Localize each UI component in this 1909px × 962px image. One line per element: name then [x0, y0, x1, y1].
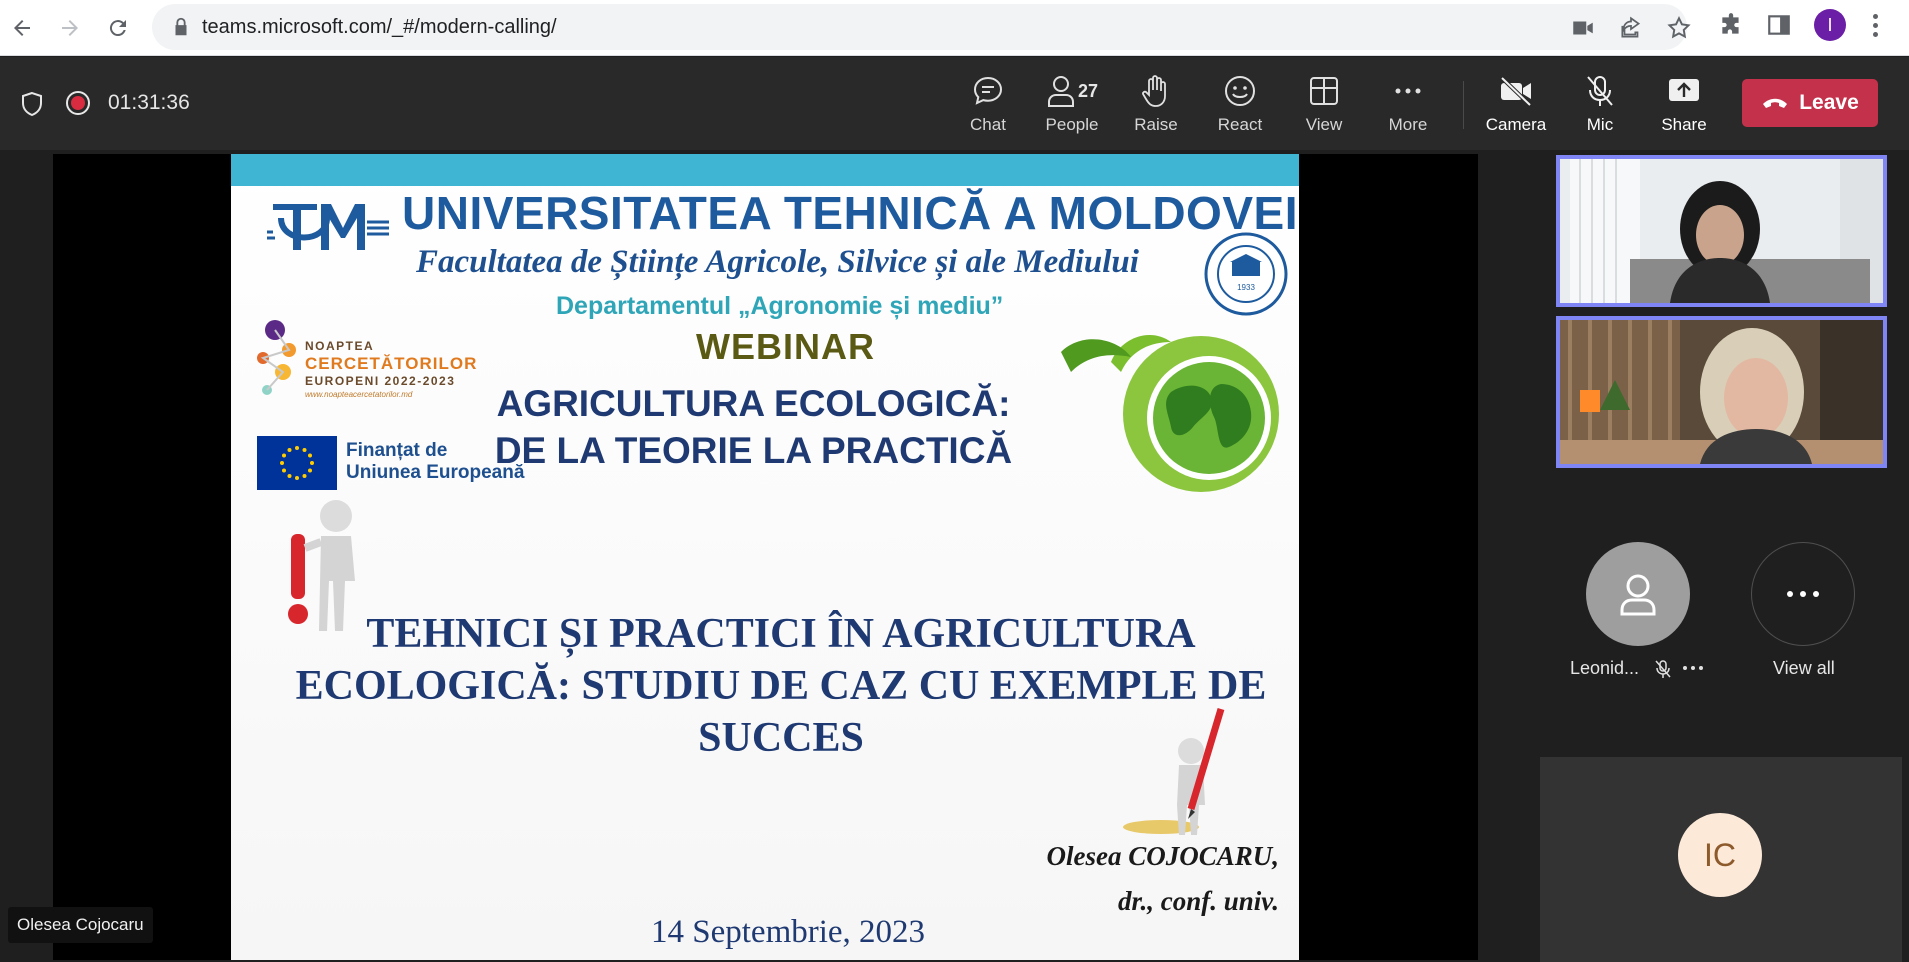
shield-icon[interactable] [20, 91, 44, 117]
chat-label: Chat [970, 115, 1006, 134]
molecule-icon [257, 320, 296, 395]
eu-funding-text: Finanțat de Uniunea Europeană [346, 440, 524, 484]
address-bar[interactable]: teams.microsoft.com/_#/modern-calling/ [152, 4, 1691, 50]
webinar-label: WEBINAR [696, 326, 875, 367]
mic-off-icon [1587, 76, 1613, 106]
slide-header-band [231, 154, 1299, 186]
person-icon [1620, 574, 1656, 616]
presenter-name-tag: Olesea Cojocaru [8, 907, 153, 943]
camera-off-icon [1500, 76, 1532, 107]
view-all-button[interactable] [1751, 542, 1855, 646]
meeting-stage: UNIVERSITATEA TEHNICĂ A MOLDOVEI Faculta… [0, 150, 1909, 962]
more-button[interactable]: More [1366, 73, 1450, 139]
share-page-icon[interactable] [1618, 15, 1644, 41]
forward-button[interactable] [50, 8, 90, 48]
shared-screen: UNIVERSITATEA TEHNICĂ A MOLDOVEI Faculta… [53, 154, 1478, 960]
meeting-toolbar: 01:31:36 Chat 27 People Raise React View… [0, 57, 1909, 150]
leave-label: Leave [1799, 91, 1859, 114]
author-title: dr., conf. univ. [1117, 886, 1279, 916]
participant-avatar[interactable] [1586, 542, 1690, 646]
more-dots-icon [1395, 88, 1421, 94]
smiley-icon [1225, 76, 1255, 106]
back-button[interactable] [2, 8, 42, 48]
raise-label: Raise [1134, 115, 1178, 134]
profile-avatar[interactable]: I [1814, 9, 1846, 41]
bookmark-star-icon[interactable] [1666, 15, 1692, 41]
more-dots-icon [1787, 591, 1819, 597]
arrow-right-icon [62, 20, 78, 36]
browser-toolbar: teams.microsoft.com/_#/modern-calling/ I [0, 0, 1909, 56]
noaptea-line3: EUROPENI 2022-2023 [305, 374, 456, 388]
faculty-name: Facultatea de Științe Agricole, Silvice … [416, 244, 1139, 280]
chat-button[interactable]: Chat [946, 73, 1030, 139]
main-title-line1: TEHNICI ȘI PRACTICI ÎN AGRICULTURA [366, 611, 1196, 657]
mic-muted-icon [1655, 660, 1671, 678]
topic-line2: DE LA TEORIE LA PRACTICĂ [494, 430, 1013, 471]
department-name: Departamentul „Agronomie și mediu” [556, 292, 1004, 320]
mic-button[interactable]: Mic [1558, 73, 1642, 139]
camera-blocked-icon[interactable] [1570, 15, 1596, 41]
eu-flag-icon [257, 436, 337, 490]
mic-label: Mic [1586, 115, 1614, 134]
topic-line1: AGRICULTURA ECOLOGICĂ: [496, 383, 1011, 424]
people-button[interactable]: 27 People [1030, 73, 1114, 139]
author-block: Olesea COJOCARU, dr., conf. univ. [1046, 834, 1279, 924]
view-all-label: View all [1773, 658, 1835, 678]
noaptea-line1: NOAPTEA [305, 339, 375, 353]
hang-up-icon [1763, 98, 1788, 108]
chat-icon [973, 76, 1003, 105]
react-button[interactable]: React [1198, 73, 1282, 139]
noaptea-line4: www.noapteacercetatorilor.md [305, 390, 413, 399]
eco-globe-image [1061, 334, 1279, 492]
grid-view-icon [1310, 77, 1338, 105]
university-seal: 1933 [1204, 232, 1288, 316]
lock-icon [175, 17, 187, 36]
participant-video-feed [1560, 320, 1883, 464]
author-name: Olesea COJOCARU, [1046, 841, 1279, 871]
noaptea-line2: CERCETĂTORILOR [305, 354, 478, 373]
raise-hand-button[interactable]: Raise [1114, 73, 1198, 139]
share-button[interactable]: Share [1642, 73, 1726, 139]
share-screen-icon [1669, 79, 1699, 101]
raise-hand-icon [1142, 75, 1166, 107]
participant-video-tile[interactable] [1556, 316, 1887, 468]
seal-year: 1933 [1237, 283, 1255, 292]
noaptea-logo: NOAPTEA CERCETĂTORILOR EUROPENI 2022-202… [253, 316, 476, 420]
people-icon [1047, 76, 1074, 107]
slide-date: 14 Septembrie, 2023 [651, 914, 926, 950]
leave-button[interactable]: Leave [1742, 79, 1878, 127]
share-label: Share [1661, 115, 1707, 134]
react-label: React [1217, 115, 1263, 134]
participant-video-tile[interactable] [1556, 155, 1887, 307]
people-count: 27 [1077, 80, 1099, 101]
meeting-timer: 01:31:36 [108, 91, 190, 114]
side-panel-icon[interactable] [1766, 12, 1792, 38]
self-view-tile[interactable]: IC [1540, 757, 1902, 962]
participant-name: Leonid... [1570, 658, 1640, 678]
browser-menu-icon[interactable] [1862, 10, 1888, 40]
camera-button[interactable]: Camera [1474, 73, 1558, 139]
toolbar-divider [1463, 81, 1464, 129]
presentation-slide: UNIVERSITATEA TEHNICĂ A MOLDOVEI Faculta… [231, 154, 1299, 960]
eu-line2: Uniunea Europeană [346, 462, 525, 483]
reload-button[interactable] [98, 8, 138, 48]
pen-figure-image [1123, 707, 1225, 835]
url-text[interactable]: teams.microsoft.com/_#/modern-calling/ [202, 16, 557, 39]
utm-logo [267, 204, 389, 250]
reload-icon [109, 20, 126, 37]
people-label: People [1045, 115, 1099, 134]
view-label: View [1305, 115, 1343, 134]
self-avatar: IC [1678, 813, 1762, 897]
university-title: UNIVERSITATEA TEHNICĂ A MOLDOVEI [402, 187, 1298, 239]
view-button[interactable]: View [1282, 73, 1366, 139]
participant-video-feed [1560, 159, 1883, 303]
arrow-left-icon [14, 20, 30, 36]
participant-options-icon[interactable] [1682, 664, 1704, 672]
webinar-topic: AGRICULTURA ECOLOGICĂ: DE LA TEORIE LA P… [481, 380, 1026, 474]
camera-label: Camera [1485, 115, 1547, 134]
more-label: More [1388, 115, 1428, 134]
eu-line1: Finanțat de [346, 440, 448, 461]
recording-icon [66, 91, 90, 115]
extensions-puzzle-icon[interactable] [1718, 12, 1744, 38]
